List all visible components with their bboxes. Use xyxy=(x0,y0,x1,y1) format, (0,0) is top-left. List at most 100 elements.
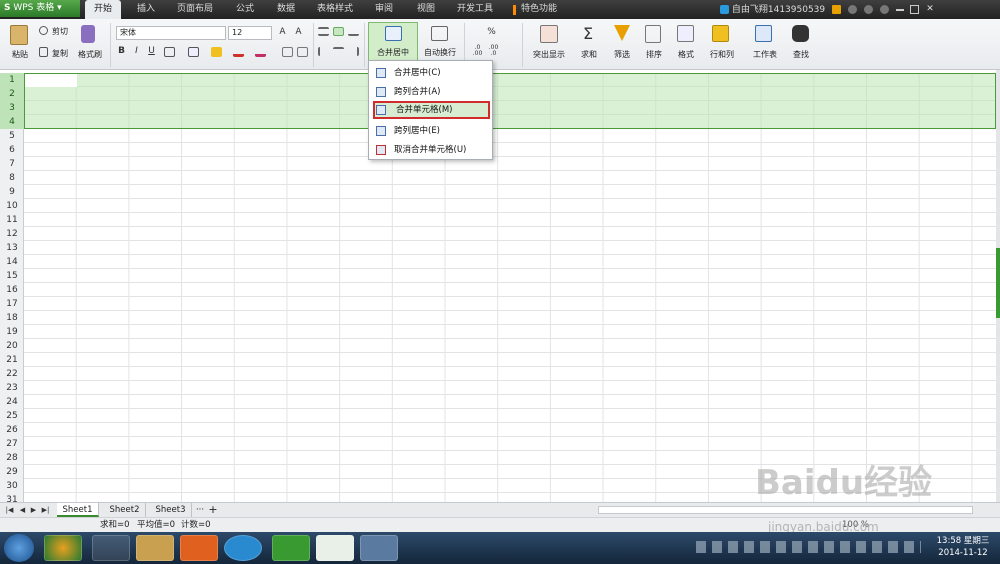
row-header[interactable]: 11 xyxy=(0,213,24,227)
row-header[interactable]: 29 xyxy=(0,465,24,479)
row-header[interactable]: 16 xyxy=(0,283,24,297)
shrink-font-icon[interactable]: A xyxy=(293,27,304,37)
italic-button[interactable]: I xyxy=(131,46,142,56)
sum-icon[interactable]: Σ xyxy=(580,25,596,43)
add-sheet-button[interactable]: + xyxy=(207,503,219,517)
row-headers[interactable]: 1 2 3 4 5 6 7 8 9 10 11 12 13 14 15 16 17 18 19 20 21 22 23 24 2… xyxy=(0,73,24,502)
align-right-icon[interactable] xyxy=(348,47,359,56)
row-header[interactable]: 5 xyxy=(0,129,24,143)
row-header[interactable]: 1 xyxy=(0,73,24,87)
font-size-select[interactable]: 12 xyxy=(228,26,272,40)
bold-button[interactable]: B xyxy=(116,46,127,56)
next-sheet-icon[interactable]: ▶ xyxy=(28,505,39,515)
decrease-decimal-button[interactable]: .00 .0 xyxy=(488,45,499,59)
row-header[interactable]: 22 xyxy=(0,367,24,381)
sheet-tab-1[interactable]: Sheet1 xyxy=(57,503,99,517)
cut-icon[interactable] xyxy=(39,26,48,35)
row-header[interactable]: 26 xyxy=(0,423,24,437)
settings-icon[interactable] xyxy=(863,5,873,14)
row-header[interactable]: 28 xyxy=(0,451,24,465)
tab-insert[interactable]: 插入 xyxy=(128,0,164,19)
row-header[interactable]: 12 xyxy=(0,227,24,241)
font-name-select[interactable]: 宋体 xyxy=(116,26,226,40)
taskbar-app-icon[interactable] xyxy=(316,535,354,561)
taskbar-clock[interactable]: 13:58 星期三 2014-11-12 xyxy=(928,535,998,559)
clear-format-icon[interactable] xyxy=(255,47,266,57)
increase-decimal-button[interactable]: .0 .00 xyxy=(472,45,483,59)
first-sheet-icon[interactable]: |◀ xyxy=(4,505,15,515)
copy-button[interactable]: 复制 xyxy=(52,48,68,59)
filter-button[interactable]: 筛选 xyxy=(606,49,638,60)
align-center-icon[interactable] xyxy=(333,47,344,56)
sheet-more-button[interactable]: ··· xyxy=(194,503,206,517)
row-header[interactable]: 13 xyxy=(0,241,24,255)
row-header[interactable]: 10 xyxy=(0,199,24,213)
taskbar-ie-icon[interactable] xyxy=(92,535,130,561)
cell-style-icon[interactable] xyxy=(188,47,199,57)
paste-button[interactable]: 粘贴 xyxy=(4,49,36,60)
filter-icon[interactable] xyxy=(614,25,630,41)
row-header[interactable]: 25 xyxy=(0,409,24,423)
sort-button[interactable]: 排序 xyxy=(638,49,670,60)
indent-decrease-icon[interactable] xyxy=(282,47,293,57)
start-button[interactable] xyxy=(4,534,34,562)
borders-icon[interactable] xyxy=(164,47,175,57)
menu-item-unmerge[interactable]: 取消合并单元格(U) xyxy=(373,141,490,159)
taskbar-wps-icon[interactable] xyxy=(272,535,310,561)
tab-home[interactable]: 开始 xyxy=(85,0,121,19)
wrap-text-icon[interactable] xyxy=(431,26,448,41)
sheet-tab-3[interactable]: Sheet3 xyxy=(150,503,192,517)
format-painter-button[interactable]: 格式刷 xyxy=(74,49,106,60)
sort-icon[interactable] xyxy=(645,25,661,43)
tab-page-layout[interactable]: 页面布局 xyxy=(170,0,220,19)
indent-increase-icon[interactable] xyxy=(297,47,308,57)
sum-button[interactable]: 求和 xyxy=(574,49,604,60)
row-header[interactable]: 24 xyxy=(0,395,24,409)
tab-table-style[interactable]: 表格样式 xyxy=(310,0,360,19)
vertical-scroll-thumb[interactable] xyxy=(996,248,1000,318)
row-header[interactable]: 27 xyxy=(0,437,24,451)
row-header[interactable]: 8 xyxy=(0,171,24,185)
merge-center-button[interactable]: 合并居中 xyxy=(368,22,418,64)
taskbar-player-icon[interactable] xyxy=(180,535,218,561)
row-header[interactable]: 30 xyxy=(0,479,24,493)
user-area[interactable]: 自由飞翔1413950539 ✕ xyxy=(716,0,1000,19)
selected-range[interactable] xyxy=(24,73,996,129)
percent-button[interactable]: % xyxy=(486,27,497,37)
row-header[interactable]: 15 xyxy=(0,269,24,283)
wrap-text-button[interactable]: 自动换行 xyxy=(420,47,460,58)
menu-item-merge-center[interactable]: 合并居中(C) xyxy=(373,64,490,82)
format-painter-icon[interactable] xyxy=(81,25,95,43)
row-header[interactable]: 31 xyxy=(0,493,24,502)
last-sheet-icon[interactable]: ▶| xyxy=(40,505,51,515)
row-header[interactable]: 20 xyxy=(0,339,24,353)
row-header[interactable]: 19 xyxy=(0,325,24,339)
help-icon[interactable] xyxy=(879,5,889,14)
underline-button[interactable]: U xyxy=(146,46,157,56)
horizontal-scrollbar[interactable] xyxy=(598,506,973,514)
row-header[interactable]: 3 xyxy=(0,101,24,115)
copy-icon[interactable] xyxy=(39,47,48,57)
cut-button[interactable]: 剪切 xyxy=(52,26,68,37)
font-color-icon[interactable] xyxy=(233,47,244,57)
mail-icon[interactable] xyxy=(832,5,842,14)
skin-icon[interactable] xyxy=(847,5,857,14)
sheet-tab-2[interactable]: Sheet2 xyxy=(104,503,146,517)
row-header[interactable]: 17 xyxy=(0,297,24,311)
tab-features[interactable]: 特色功能 xyxy=(517,0,561,19)
spreadsheet-grid[interactable]: 1 2 3 4 5 6 7 8 9 10 11 12 13 14 15 16 17 18 19 20 21 22 23 24 2… xyxy=(0,70,1000,502)
tab-data[interactable]: 数据 xyxy=(268,0,304,19)
tab-view[interactable]: 视图 xyxy=(408,0,444,19)
align-middle-icon[interactable] xyxy=(333,27,344,36)
taskbar-explorer-icon[interactable] xyxy=(136,535,174,561)
taskbar-sogou-icon[interactable] xyxy=(224,535,262,561)
tab-formula[interactable]: 公式 xyxy=(227,0,263,19)
format-icon[interactable] xyxy=(677,25,694,42)
menu-item-merge-cells[interactable]: 合并单元格(M) xyxy=(373,101,490,119)
row-header[interactable]: 14 xyxy=(0,255,24,269)
row-header[interactable]: 21 xyxy=(0,353,24,367)
minimize-icon[interactable] xyxy=(895,8,904,11)
restore-icon[interactable] xyxy=(910,5,920,14)
paste-icon[interactable] xyxy=(10,25,28,45)
grow-font-icon[interactable]: A xyxy=(277,27,288,37)
